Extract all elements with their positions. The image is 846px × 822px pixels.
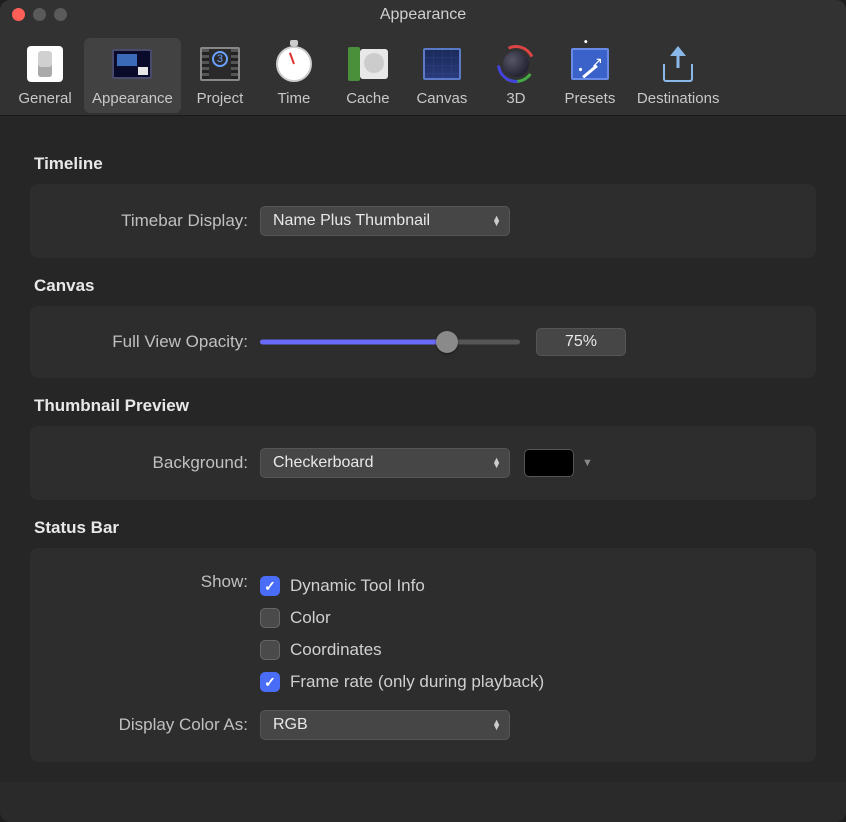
section-title-canvas: Canvas	[34, 276, 816, 296]
section-title-timeline: Timeline	[34, 154, 816, 174]
tab-3d[interactable]: 3D	[481, 38, 551, 113]
tab-label: Canvas	[416, 90, 467, 107]
grid-icon	[423, 48, 461, 80]
tab-label: Cache	[346, 90, 389, 107]
sphere-icon	[497, 45, 535, 83]
tab-general[interactable]: General	[10, 38, 80, 113]
chevron-updown-icon: ▲▼	[492, 720, 501, 730]
tab-time[interactable]: Time	[259, 38, 329, 113]
tab-label: Presets	[564, 90, 615, 107]
traffic-lights	[12, 8, 67, 21]
checkbox-coordinates[interactable]	[260, 640, 280, 660]
timebar-display-popup[interactable]: Name Plus Thumbnail ▲▼	[260, 206, 510, 236]
checkbox-label: Frame rate (only during playback)	[290, 672, 544, 692]
appearance-icon	[112, 49, 152, 79]
section-statusbar: Show: Dynamic Tool Info Color Coordinate…	[30, 548, 816, 762]
tab-label: Time	[278, 90, 311, 107]
full-view-opacity-value[interactable]: 75%	[536, 328, 626, 356]
slider-fill	[260, 340, 447, 345]
background-value: Checkerboard	[273, 454, 374, 472]
minimize-button[interactable]	[33, 8, 46, 21]
film-icon: 3	[200, 47, 240, 81]
tab-label: Project	[197, 90, 244, 107]
full-view-opacity-slider[interactable]	[260, 332, 520, 352]
tab-canvas[interactable]: Canvas	[407, 38, 477, 113]
background-color-well[interactable]	[524, 449, 574, 477]
share-icon	[663, 46, 693, 82]
tab-label: Destinations	[637, 90, 720, 107]
tab-project[interactable]: 3 Project	[185, 38, 255, 113]
tab-presets[interactable]: ↗ Presets	[555, 38, 625, 113]
checkbox-dynamic-tool-info[interactable]	[260, 576, 280, 596]
section-title-statusbar: Status Bar	[34, 518, 816, 538]
checkbox-color[interactable]	[260, 608, 280, 628]
cache-icon	[348, 47, 388, 81]
chevron-updown-icon: ▲▼	[492, 216, 501, 226]
close-button[interactable]	[12, 8, 25, 21]
tab-label: 3D	[506, 90, 525, 107]
tab-destinations[interactable]: Destinations	[629, 38, 728, 113]
chevron-down-icon[interactable]: ▼	[582, 457, 593, 469]
section-thumbnail: Background: Checkerboard ▲▼ ▼	[30, 426, 816, 500]
background-popup[interactable]: Checkerboard ▲▼	[260, 448, 510, 478]
checkbox-label: Coordinates	[290, 640, 382, 660]
stopwatch-icon	[276, 46, 312, 82]
prefs-content: Timeline Timebar Display: Name Plus Thum…	[0, 116, 846, 782]
display-color-as-value: RGB	[273, 716, 308, 734]
prefs-toolbar: General Appearance 3 Project Time Cache …	[0, 30, 846, 116]
zoom-button[interactable]	[54, 8, 67, 21]
tab-appearance[interactable]: Appearance	[84, 38, 181, 113]
tab-label: Appearance	[92, 90, 173, 107]
preferences-window: Appearance General Appearance 3 Project …	[0, 0, 846, 822]
full-view-opacity-label: Full View Opacity:	[50, 332, 260, 352]
titlebar: Appearance	[0, 0, 846, 30]
presets-icon: ↗	[571, 48, 609, 80]
switch-icon	[27, 46, 63, 82]
chevron-updown-icon: ▲▼	[492, 458, 501, 468]
slider-thumb[interactable]	[436, 331, 458, 353]
tab-label: General	[18, 90, 71, 107]
display-color-as-popup[interactable]: RGB ▲▼	[260, 710, 510, 740]
timebar-display-label: Timebar Display:	[50, 211, 260, 231]
timebar-display-value: Name Plus Thumbnail	[273, 212, 430, 230]
tab-cache[interactable]: Cache	[333, 38, 403, 113]
checkbox-frame-rate[interactable]	[260, 672, 280, 692]
background-label: Background:	[50, 453, 260, 473]
show-label: Show:	[50, 570, 260, 592]
checkbox-label: Color	[290, 608, 331, 628]
window-title: Appearance	[12, 6, 834, 24]
checkbox-label: Dynamic Tool Info	[290, 576, 425, 596]
section-title-thumbnail: Thumbnail Preview	[34, 396, 816, 416]
section-timeline: Timebar Display: Name Plus Thumbnail ▲▼	[30, 184, 816, 258]
section-canvas: Full View Opacity: 75%	[30, 306, 816, 378]
display-color-as-label: Display Color As:	[50, 715, 260, 735]
